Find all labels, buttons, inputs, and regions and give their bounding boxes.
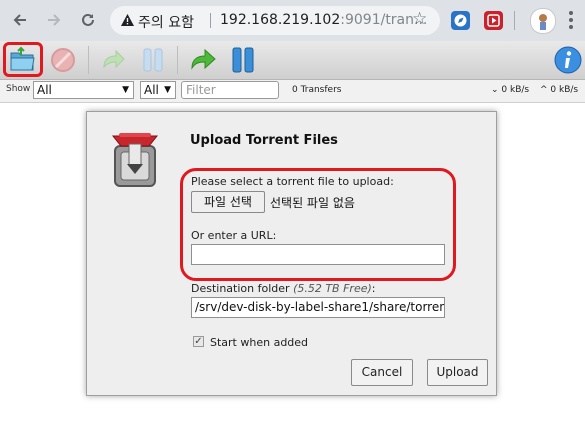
security-warning[interactable]: 주의 요함 (138, 12, 194, 32)
upload-speed-value: 0 kB/s (550, 85, 579, 95)
pause-selected-button[interactable] (138, 45, 168, 75)
destination-folder-input[interactable]: /srv/dev-disk-by-label-share1/share/torr… (191, 297, 445, 318)
chevron-down-icon: ▼ (122, 85, 129, 95)
filter-bar: Show All ▼ All ▼ Filter 0 Transfers ⌄ 0 … (0, 80, 585, 103)
transmission-toolbar (0, 41, 585, 80)
url-host: 192.168.219.102 (220, 12, 341, 28)
show-label: Show (6, 84, 31, 94)
address-bar[interactable]: 주의 요함 192.168.219.102:9091/tran... ☆ (110, 6, 440, 35)
pause-icon (143, 48, 163, 72)
reload-button[interactable] (76, 8, 100, 32)
toolbar-divider (88, 46, 89, 74)
remove-torrent-button[interactable] (48, 45, 78, 75)
start-when-added-checkbox[interactable]: ✓ (193, 336, 204, 347)
state-filter-value: All (37, 83, 52, 97)
forward-button[interactable] (42, 8, 66, 32)
url-text[interactable]: 192.168.219.102:9091/tran... (220, 12, 427, 28)
chevron-down-icon: ▼ (164, 85, 171, 95)
arrow-left-icon (13, 14, 26, 26)
divider (514, 11, 515, 30)
resume-icon (103, 49, 125, 69)
upload-arrow-icon: ^ (540, 85, 548, 95)
file-url-highlight (180, 168, 456, 281)
remove-icon (51, 48, 75, 72)
download-arrow-icon: ⌄ (491, 85, 499, 95)
destination-suffix: : (371, 282, 376, 295)
inspector-button[interactable] (553, 45, 583, 75)
transmission-logo-icon (111, 133, 159, 187)
info-icon (554, 46, 582, 74)
download-speed-value: 0 kB/s (501, 85, 530, 95)
start-when-added-label: Start when added (210, 336, 309, 349)
arrow-right-icon (48, 14, 61, 26)
upload-dialog: Upload Torrent Files Please select a tor… (86, 111, 497, 396)
pause-all-button[interactable] (228, 45, 258, 75)
tracker-filter-value: All (144, 83, 159, 97)
resume-all-button[interactable] (188, 45, 218, 75)
resume-all-icon (191, 48, 216, 70)
divider (210, 13, 211, 28)
extension-compass-icon[interactable] (451, 11, 470, 30)
open-button-highlight (3, 42, 43, 77)
destination-label-text: Destination folder (191, 282, 290, 295)
filter-input[interactable]: Filter (181, 81, 279, 99)
warning-triangle-icon (121, 14, 134, 26)
person-icon (539, 14, 547, 30)
transfers-count: 0 Transfers (292, 85, 342, 95)
upload-speed: ^ 0 kB/s (540, 85, 578, 95)
destination-label: Destination folder (5.52 TB Free): (191, 282, 376, 295)
resume-selected-button[interactable] (98, 45, 128, 75)
profile-avatar[interactable] (530, 8, 556, 34)
back-button[interactable] (8, 8, 32, 32)
state-filter-select[interactable]: All ▼ (33, 81, 134, 99)
cancel-button[interactable]: Cancel (351, 359, 413, 386)
browser-toolbar: 주의 요함 192.168.219.102:9091/tran... ☆ (0, 0, 585, 41)
reload-icon (82, 13, 94, 26)
upload-button[interactable]: Upload (427, 359, 488, 386)
filter-placeholder: Filter (186, 83, 216, 97)
extension-play-icon[interactable] (484, 11, 503, 30)
browser-menu-button[interactable] (566, 8, 576, 32)
free-space-text: (5.52 TB Free) (293, 282, 372, 295)
pause-all-icon (232, 47, 254, 73)
tracker-filter-select[interactable]: All ▼ (140, 81, 176, 99)
bookmark-star-icon[interactable]: ☆ (412, 9, 427, 29)
download-speed: ⌄ 0 kB/s (491, 85, 529, 95)
toolbar-divider (177, 46, 178, 74)
dialog-title: Upload Torrent Files (190, 133, 338, 148)
checkmark-icon: ✓ (194, 336, 203, 347)
